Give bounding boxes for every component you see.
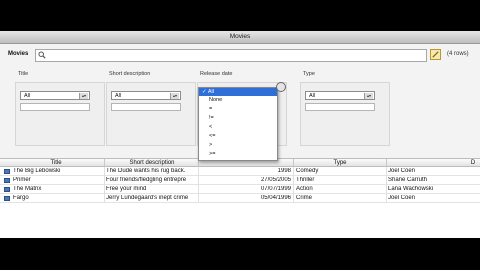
column-header-director[interactable]: D: [467, 160, 479, 166]
filter-title-value: All: [24, 93, 31, 99]
dropdown-option-not-equal[interactable]: !=: [199, 114, 277, 122]
search-icon: [38, 51, 46, 59]
row-icon: [4, 187, 10, 192]
table-row[interactable]: The Matrix Free your mind 07/07/1999 Act…: [0, 185, 480, 194]
column-header-title[interactable]: Title: [8, 160, 104, 166]
cell-director: Joel Coen: [388, 168, 416, 174]
cell-title: Fargo: [13, 195, 29, 201]
filter-description-value: All: [115, 93, 122, 99]
filter-title-label: Title: [18, 71, 29, 77]
column-header-description[interactable]: Short description: [105, 160, 199, 166]
cell-type: Crime: [296, 195, 312, 201]
column-header-type[interactable]: Type: [294, 160, 386, 166]
search-label: Movies: [8, 51, 29, 57]
row-icon: [4, 169, 10, 174]
table-row[interactable]: Fargo Jerry Lundegaard's inept crime 05/…: [0, 194, 480, 203]
cell-release: 27/05/2005: [260, 177, 291, 183]
cell-description: Free your mind: [106, 186, 147, 192]
movies-table: Title Short description Type D The Big L…: [0, 158, 480, 238]
cell-description: Jerry Lundegaard's inept crime: [106, 195, 189, 201]
filter-title: All ▴▾: [15, 82, 105, 146]
cell-title: The Big Lebowski: [13, 168, 61, 174]
cell-title: Primer: [13, 177, 31, 183]
cell-type: Action: [296, 186, 313, 192]
cell-description: The Dude wants his rug back.: [106, 168, 186, 174]
cell-description: Four friends/fledgling entrepre: [106, 177, 187, 183]
filter-type-value: All: [309, 93, 316, 99]
rows-count: (4 rows): [447, 51, 469, 57]
table-row[interactable]: The Big Lebowski The Dude wants his rug …: [0, 167, 480, 176]
cell-title: The Matrix: [13, 186, 42, 192]
chevron-updown-icon: ▴▾: [170, 93, 179, 99]
dropdown-option-none[interactable]: None: [199, 96, 277, 104]
dropdown-option-less[interactable]: <: [199, 123, 277, 131]
row-icon: [4, 178, 10, 183]
filter-type: All ▴▾: [300, 82, 390, 146]
filter-description: All ▴▾: [106, 82, 196, 146]
search-row: Movies (4 rows): [0, 44, 480, 62]
column-divider: [198, 167, 199, 203]
filter-description-label: Short description: [109, 71, 151, 77]
filter-type-field[interactable]: [305, 103, 375, 111]
cell-type: Thriller: [296, 177, 315, 183]
dropdown-option-less-equal[interactable]: <=: [199, 132, 277, 140]
column-divider: [293, 167, 294, 203]
release-date-dropdown: ✓ All None = != < <= > >=: [198, 87, 278, 161]
cell-release: 05/04/1996: [260, 195, 291, 201]
cell-release: 07/07/1999: [260, 186, 291, 192]
column-divider: [104, 167, 105, 203]
title-bar[interactable]: Movies: [0, 31, 480, 44]
clear-search-button[interactable]: [430, 49, 441, 60]
table-row[interactable]: Primer Four friends/fledgling entrepre 2…: [0, 176, 480, 185]
filter-description-combo[interactable]: All ▴▾: [111, 91, 181, 100]
filter-title-combo[interactable]: All ▴▾: [20, 91, 90, 100]
dropdown-toggle-button[interactable]: [276, 82, 286, 92]
dropdown-option-equal[interactable]: =: [199, 105, 277, 113]
filter-title-field[interactable]: [20, 103, 90, 111]
filter-type-label: Type: [303, 71, 315, 77]
column-divider: [386, 167, 387, 203]
search-input[interactable]: [35, 49, 427, 62]
broom-icon: [432, 51, 439, 58]
movies-window: Movies Movies (4 rows) Title All ▴▾ Short…: [0, 31, 480, 238]
option-label: All: [207, 89, 214, 95]
chevron-updown-icon: ▴▾: [79, 93, 88, 99]
chevron-updown-icon: ▴▾: [364, 93, 373, 99]
filter-description-field[interactable]: [111, 103, 181, 111]
cell-director: Shane Carruth: [388, 177, 428, 183]
row-icon: [4, 196, 10, 201]
cell-type: Comedy: [296, 168, 319, 174]
dropdown-option-all[interactable]: ✓ All: [199, 88, 277, 96]
cell-director: Joel Coen: [388, 195, 416, 201]
cell-director: Lana Wachowski: [388, 186, 434, 192]
cell-release: 1998: [277, 168, 291, 174]
window-title: Movies: [229, 33, 251, 40]
dropdown-option-greater[interactable]: >: [199, 141, 277, 149]
filter-release-label: Release date: [200, 71, 233, 77]
dropdown-option-greater-equal[interactable]: >=: [199, 150, 277, 158]
filter-type-combo[interactable]: All ▴▾: [305, 91, 375, 100]
